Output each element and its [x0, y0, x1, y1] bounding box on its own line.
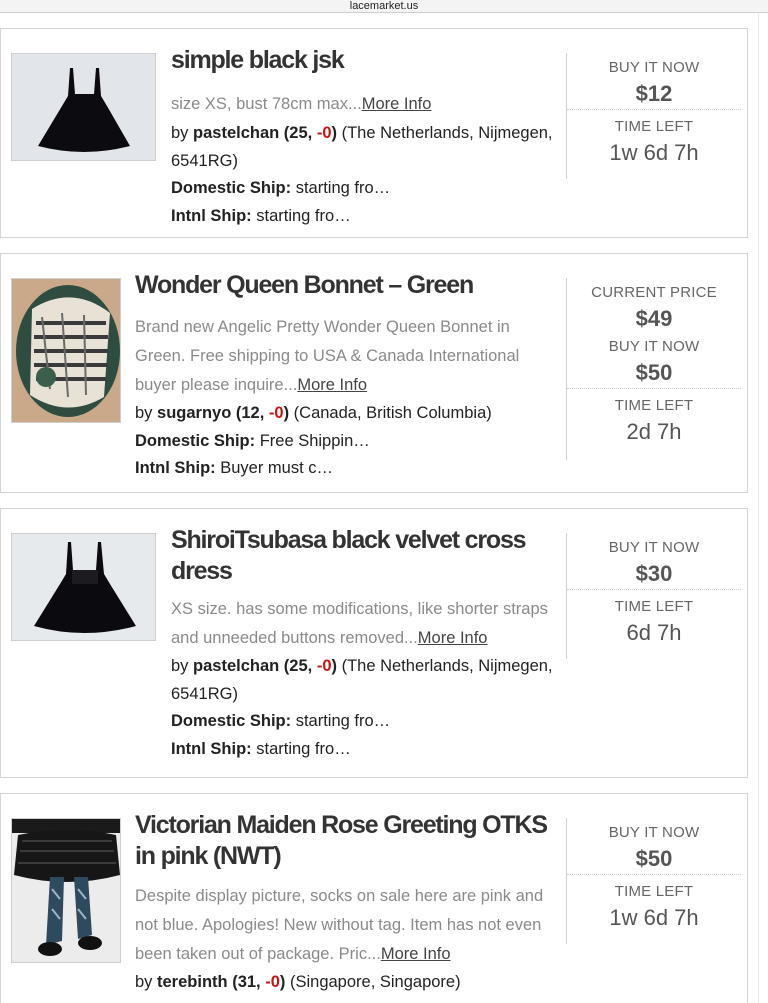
current-price-value: $49 — [635, 306, 673, 331]
listing-thumbnail[interactable] — [11, 53, 156, 161]
listing-card[interactable]: Wonder Queen Bonnet – Green Brand new An… — [0, 253, 748, 493]
listing-description: XS size. has some modifications, like sh… — [171, 595, 561, 653]
time-left-value: 1w 6d 7h — [609, 905, 699, 930]
domestic-ship-label: Domestic Ship: — [171, 712, 292, 730]
listing-card[interactable]: Victorian Maiden Rose Greeting OTKS in p… — [0, 793, 748, 1003]
intl-ship-value: starting fro… — [251, 206, 351, 225]
seller-name[interactable]: terebinth — [157, 973, 228, 991]
time-left-label: TIME LEFT — [614, 883, 694, 900]
domestic-ship-label: Domestic Ship: — [135, 431, 256, 450]
rating-open: (25, — [279, 124, 317, 142]
price-panel: BUY IT NOW $30 TIME LEFT 6d 7h — [566, 533, 741, 659]
buy-it-now-label: BUY IT NOW — [608, 59, 700, 76]
description-text: XS size. has some modifications, like sh… — [171, 600, 548, 647]
price-panel: CURRENT PRICE $49 BUY IT NOW $50 TIME LE… — [566, 278, 741, 460]
seller-line: by pastelchan (25, -0) (The Netherlands,… — [171, 120, 561, 175]
seller-name[interactable]: sugarnyo — [157, 404, 231, 422]
listing-info: ShiroiTsubasa black velvet cross dress X… — [171, 525, 561, 763]
rating-open: (12, — [231, 404, 269, 422]
domestic-ship-line: Domestic Ship: starting fro… — [171, 708, 561, 736]
current-price-label: CURRENT PRICE — [591, 284, 717, 301]
intl-ship-value: starting fro… — [251, 739, 351, 758]
address-bar[interactable]: lacemarket.us — [0, 0, 768, 13]
more-info-link[interactable]: More Info — [418, 629, 488, 647]
by-label: by — [171, 124, 194, 142]
listing-title[interactable]: simple black jsk — [171, 45, 561, 76]
domestic-ship-line: Domestic Ship: Free Shippin… — [135, 428, 555, 456]
domestic-ship-line: Domestic Ship: starting fro… — [171, 175, 561, 203]
negative-feedback: -0 — [316, 124, 332, 142]
listing-card[interactable]: simple black jsk size XS, bust 78cm max.… — [0, 28, 748, 238]
seller-line: by sugarnyo (12, -0) (Canada, British Co… — [135, 400, 555, 428]
seller-location: (Singapore, Singapore) — [285, 973, 461, 991]
price-panel: BUY IT NOW $50 TIME LEFT 1w 6d 7h — [566, 818, 741, 944]
buy-it-now-price: $50 — [635, 846, 673, 871]
description-text: Despite display picture, socks on sale h… — [135, 887, 544, 963]
time-left-label: TIME LEFT — [614, 397, 694, 414]
time-left-value: 6d 7h — [626, 620, 682, 645]
price-divider — [567, 388, 741, 389]
listing-thumbnail[interactable] — [11, 278, 121, 423]
description-text: size XS, bust 78cm max... — [171, 95, 362, 113]
price-panel: BUY IT NOW $12 TIME LEFT 1w 6d 7h — [566, 53, 741, 179]
seller-name[interactable]: pastelchan — [193, 657, 279, 675]
seller-line: by terebinth (31, -0) (Singapore, Singap… — [135, 969, 555, 997]
rating-open: (25, — [279, 657, 317, 675]
by-label: by — [171, 657, 194, 675]
intl-ship-line: Intnl Ship: starting fro… — [171, 736, 561, 764]
listing-info: simple black jsk size XS, bust 78cm max.… — [171, 45, 561, 230]
by-label: by — [135, 973, 158, 991]
more-info-link[interactable]: More Info — [297, 376, 367, 394]
buy-it-now-label: BUY IT NOW — [608, 824, 700, 841]
listing-description: Brand new Angelic Pretty Wonder Queen Bo… — [135, 313, 555, 400]
listing-thumbnail[interactable] — [11, 533, 156, 641]
buy-it-now-price: $50 — [635, 360, 673, 385]
by-label: by — [135, 404, 158, 422]
negative-feedback: -0 — [316, 657, 332, 675]
listing-title[interactable]: Victorian Maiden Rose Greeting OTKS in p… — [135, 810, 555, 872]
price-divider — [567, 874, 741, 875]
listing-description: Despite display picture, socks on sale h… — [135, 882, 555, 969]
domestic-ship-value: starting fro… — [291, 712, 391, 730]
time-left-label: TIME LEFT — [614, 598, 694, 615]
scrollbar[interactable] — [758, 14, 768, 1003]
negative-feedback: -0 — [265, 973, 280, 991]
domestic-ship-value: Free Shippin… — [255, 431, 370, 450]
time-left-value: 1w 6d 7h — [609, 140, 699, 165]
negative-feedback: -0 — [268, 404, 284, 422]
buy-it-now-price: $30 — [635, 561, 673, 586]
time-left-value: 2d 7h — [626, 419, 682, 444]
buy-it-now-label: BUY IT NOW — [608, 539, 700, 556]
listing-card[interactable]: ShiroiTsubasa black velvet cross dress X… — [0, 508, 748, 778]
price-divider — [567, 589, 741, 590]
price-divider — [567, 109, 741, 110]
time-left-label: TIME LEFT — [614, 118, 694, 135]
more-info-link[interactable]: More Info — [381, 945, 451, 963]
buy-it-now-price: $12 — [635, 81, 673, 106]
intl-ship-line: Intnl Ship: starting fro… — [171, 203, 561, 231]
rating-open: (31, — [227, 973, 266, 991]
listing-title[interactable]: ShiroiTsubasa black velvet cross dress — [171, 525, 561, 587]
listing-description: size XS, bust 78cm max...More Info — [171, 88, 561, 120]
domestic-ship-label: Domestic Ship: — [171, 179, 292, 197]
intl-ship-line: Intnl Ship: Buyer must c… — [135, 455, 555, 483]
seller-name[interactable]: pastelchan — [193, 124, 279, 142]
intl-ship-value: Buyer must c… — [215, 459, 334, 477]
buy-it-now-label: BUY IT NOW — [608, 338, 700, 355]
domestic-ship-value: starting fro… — [291, 179, 391, 197]
url-text: lacemarket.us — [349, 0, 419, 12]
intl-ship-label: Intnl Ship: — [135, 459, 216, 477]
seller-line: by pastelchan (25, -0) (The Netherlands,… — [171, 653, 561, 708]
intl-ship-label: Intnl Ship: — [171, 206, 252, 225]
listing-info: Wonder Queen Bonnet – Green Brand new An… — [135, 270, 555, 483]
listing-thumbnail[interactable] — [11, 818, 121, 963]
listing-title[interactable]: Wonder Queen Bonnet – Green — [135, 270, 555, 301]
seller-location: (Canada, British Columbia) — [289, 404, 492, 422]
more-info-link[interactable]: More Info — [362, 95, 432, 113]
intl-ship-label: Intnl Ship: — [171, 739, 252, 758]
listing-info: Victorian Maiden Rose Greeting OTKS in p… — [135, 810, 555, 997]
